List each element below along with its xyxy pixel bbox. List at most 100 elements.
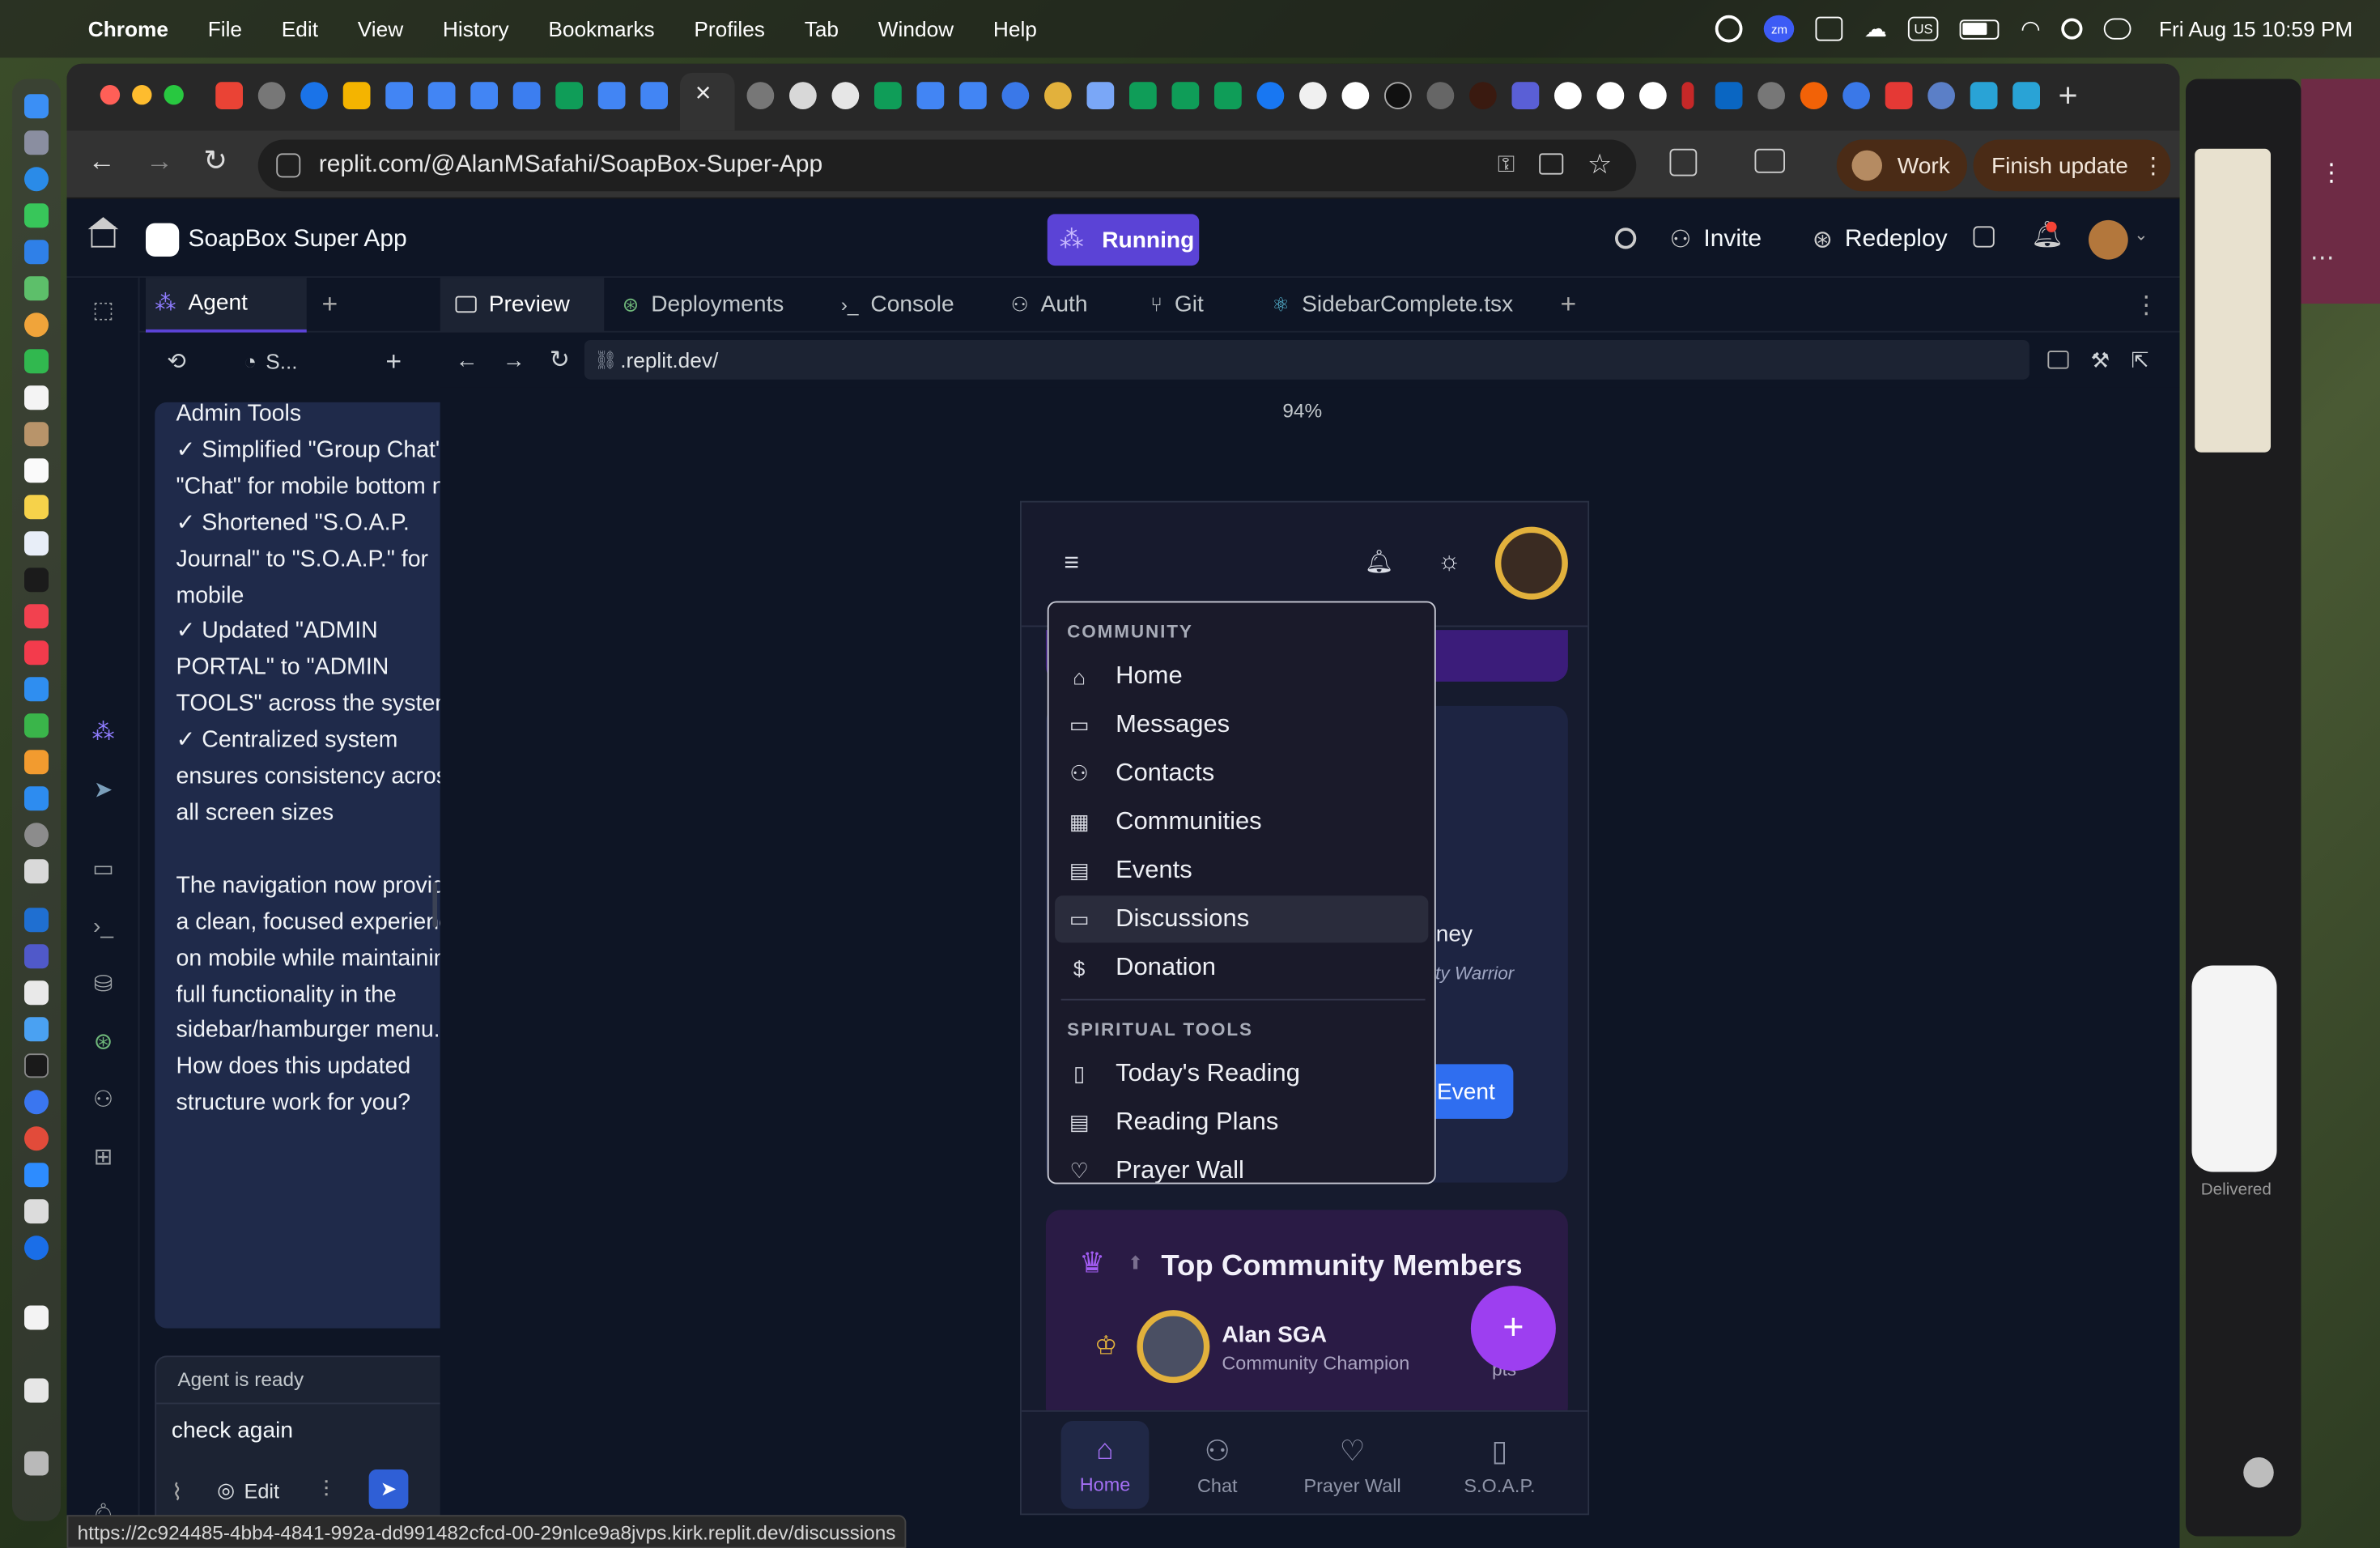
menu-item-donation[interactable]: $ Donation xyxy=(1055,944,1428,991)
x-tab-icon[interactable] xyxy=(1384,82,1412,109)
menu-app-name[interactable]: Chrome xyxy=(88,17,168,41)
menu-bookmarks[interactable]: Bookmarks xyxy=(548,17,654,41)
preview-url-bar[interactable]: ⛓ .replit.dev/ xyxy=(584,340,2030,380)
redeploy-button[interactable]: ⊛ Redeploy xyxy=(1813,214,1965,266)
new-tab-button[interactable]: + xyxy=(2059,76,2078,116)
attach-icon[interactable]: ⌇ xyxy=(172,1478,183,1506)
chatgpt-tab-icon[interactable] xyxy=(789,82,817,109)
sheets-tab-icon[interactable] xyxy=(1129,82,1157,109)
tab-icon[interactable] xyxy=(1426,82,1455,109)
zoom-icon[interactable]: zm xyxy=(1764,15,1795,43)
new-chat-button[interactable]: + xyxy=(385,346,402,377)
menu-tab[interactable]: Tab xyxy=(805,17,839,41)
forward-icon[interactable]: → xyxy=(146,146,173,177)
facetime-icon[interactable] xyxy=(24,349,49,374)
pane-resize-handle[interactable] xyxy=(432,882,437,928)
pane-options-icon[interactable]: ⋮ xyxy=(2134,289,2158,320)
password-key-icon[interactable]: ⚿ xyxy=(1498,152,1515,178)
close-tab-icon[interactable]: × xyxy=(695,78,712,109)
settings-icon[interactable] xyxy=(24,823,49,848)
finder-icon[interactable] xyxy=(24,94,49,119)
docs-tab-icon[interactable] xyxy=(597,82,626,109)
add-tab-button[interactable]: + xyxy=(322,288,338,320)
add-main-tab-button[interactable]: + xyxy=(1561,288,1577,320)
document-icon[interactable] xyxy=(24,1305,49,1330)
zoom-window-button[interactable] xyxy=(164,85,184,105)
tab-icon[interactable] xyxy=(1681,82,1694,109)
onepassword-dock-icon[interactable] xyxy=(24,1235,49,1261)
preview-reload-icon[interactable]: ↻ xyxy=(550,345,570,376)
news-icon[interactable] xyxy=(24,640,49,666)
sheets-tab-icon[interactable] xyxy=(1171,82,1200,109)
docs-tab-icon[interactable] xyxy=(470,82,498,109)
weather-icon[interactable]: ☁ xyxy=(1864,15,1887,43)
site-info-icon[interactable] xyxy=(276,153,301,178)
docs-tab-icon[interactable] xyxy=(385,82,413,109)
menu-item-reading-plans[interactable]: ▤ Reading Plans xyxy=(1055,1099,1428,1146)
reminders-icon[interactable] xyxy=(24,458,49,483)
outlook-icon[interactable] xyxy=(1815,16,1843,41)
menu-item-prayer-wall[interactable]: ♡ Prayer Wall xyxy=(1055,1148,1428,1183)
messages-icon[interactable] xyxy=(24,203,49,228)
tab-icon[interactable] xyxy=(1970,82,1998,109)
google-drive-tab-icon[interactable] xyxy=(342,82,371,109)
agent-icon[interactable]: ⁂ xyxy=(90,718,117,746)
reload-icon[interactable]: ↻ xyxy=(203,144,227,179)
freeform-icon[interactable] xyxy=(24,531,49,556)
calendar-tab-icon[interactable] xyxy=(512,82,541,109)
menu-item-contacts[interactable]: ⚇ Contacts xyxy=(1055,750,1428,797)
close-window-button[interactable] xyxy=(100,85,121,105)
tab-preview[interactable]: Preview xyxy=(440,277,605,332)
tab-console[interactable]: ›_ Console xyxy=(822,277,992,332)
bottom-nav-prayer-wall[interactable]: ♡ Prayer Wall xyxy=(1292,1421,1413,1509)
signal-icon[interactable] xyxy=(24,1090,49,1115)
preview-forward-icon[interactable]: → xyxy=(503,347,525,372)
app-bell-icon[interactable]: 🔔︎ xyxy=(1365,548,1394,576)
menu-item-events[interactable]: ▤ Events xyxy=(1055,847,1428,894)
bookmark-star-icon[interactable]: ☆ xyxy=(1587,149,1612,181)
gemini-tab-icon[interactable] xyxy=(1086,82,1115,109)
minimize-window-button[interactable] xyxy=(132,85,152,105)
tab-icon[interactable] xyxy=(1927,82,1955,109)
invite-button[interactable]: ⚇ Invite xyxy=(1670,214,1791,266)
google-tab-icon[interactable] xyxy=(1341,82,1370,109)
user-avatar[interactable] xyxy=(2089,219,2128,260)
tab-git[interactable]: ⑂ Git xyxy=(1133,277,1254,332)
replit-tab-icon[interactable] xyxy=(1800,82,1828,109)
docs-tab-icon[interactable] xyxy=(959,82,987,109)
devtools-icon[interactable]: ⚒ xyxy=(2091,347,2110,372)
reading-mode-icon[interactable] xyxy=(1754,148,1785,173)
menu-profiles[interactable]: Profiles xyxy=(694,17,765,41)
menu-item-discussions[interactable]: ▭ Discussions xyxy=(1055,895,1429,943)
all-tools-icon[interactable]: ⊞ xyxy=(90,1143,117,1171)
address-bar[interactable]: replit.com/@AlanMSafahi/SoapBox-Super-Ap… xyxy=(257,139,1637,192)
printer-icon[interactable] xyxy=(24,1199,49,1224)
install-app-icon[interactable] xyxy=(1539,153,1564,175)
tab-icon[interactable] xyxy=(1511,82,1540,109)
tab-icon[interactable] xyxy=(1001,82,1030,109)
deployments-icon[interactable]: ⊛ xyxy=(90,1027,117,1055)
launchpad-icon[interactable] xyxy=(24,130,49,155)
linkedin-tab-icon[interactable] xyxy=(1715,82,1743,109)
notes-icon[interactable] xyxy=(24,495,49,520)
facebook-tab-icon[interactable] xyxy=(1256,82,1285,109)
tab-icon[interactable] xyxy=(1469,82,1497,109)
menu-item-home[interactable]: ⌂ Home xyxy=(1055,653,1428,700)
database-icon[interactable]: ⛁ xyxy=(90,970,117,997)
calendar-icon[interactable] xyxy=(24,385,49,410)
menu-item-todays-reading[interactable]: ▯ Today's Reading xyxy=(1055,1051,1428,1098)
google-tab-icon[interactable] xyxy=(1596,82,1625,109)
google-tab-icon[interactable] xyxy=(1554,82,1582,109)
downloads-icon[interactable] xyxy=(24,1378,49,1403)
background-more-icon[interactable]: ⋯ xyxy=(2310,243,2335,274)
open-new-tab-icon[interactable]: ⇱ xyxy=(2131,347,2148,372)
back-icon[interactable]: ← xyxy=(88,146,116,177)
assistant-icon[interactable]: ➤ xyxy=(90,776,117,803)
sheets-tab-icon[interactable] xyxy=(874,82,902,109)
menu-help[interactable]: Help xyxy=(993,17,1037,41)
tab-auth[interactable]: ⚇ Auth xyxy=(992,277,1133,332)
profile-button[interactable]: Work xyxy=(1836,139,1967,192)
checkpoint-icon[interactable]: ◔ xyxy=(244,349,257,373)
github-tab-icon[interactable] xyxy=(1299,82,1327,109)
menu-view[interactable]: View xyxy=(358,17,403,41)
